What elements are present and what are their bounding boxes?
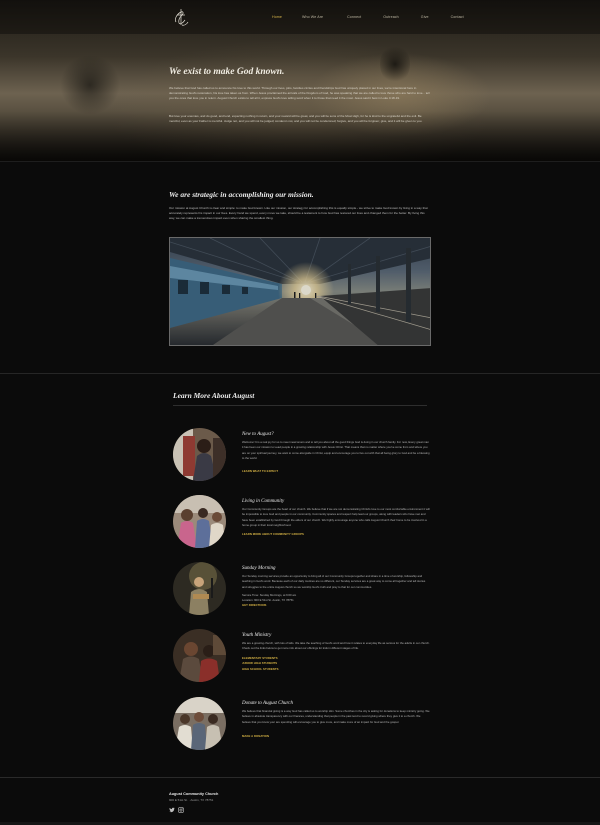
get-directions-link[interactable]: GET DIRECTIONS: [242, 603, 430, 609]
make-donation-link[interactable]: MAKE A DONATION: [242, 734, 430, 740]
hero-paragraph: But love your enemies, and do good, and …: [169, 114, 423, 124]
footer-social-links: [169, 807, 184, 813]
nav-connect[interactable]: Connect: [347, 15, 361, 19]
mission-title: We are strategic in accomplishing our mi…: [169, 190, 314, 199]
item-title: Donate to August Church: [242, 701, 293, 706]
hero-background-silhouette: [60, 55, 120, 115]
item-title: Sunday Morning: [242, 566, 276, 571]
mission-text: Our mission at August Church is clear an…: [169, 206, 428, 221]
item-title: New to August?: [242, 432, 274, 437]
footer-divider: [0, 777, 600, 778]
nav-give[interactable]: Give: [421, 15, 429, 19]
nav-outreach[interactable]: Outreach: [383, 15, 399, 19]
title-underline: [173, 405, 427, 406]
item-text: Our Sunday morning services provide an o…: [242, 574, 426, 589]
item-text: We are a growing church, with lots of ki…: [242, 641, 430, 651]
hero-paragraph: We believe that God has called us to ann…: [169, 86, 430, 101]
hero-title: We exist to make God known.: [169, 67, 285, 77]
footer-address: 900 E 51st St. · Austin, TX 78751: [169, 798, 214, 802]
twitter-icon[interactable]: [169, 807, 175, 813]
item-content: Living in Community Our Community Groups…: [242, 499, 430, 538]
high-school-students-link[interactable]: HIGH SCHOOL STUDENTS: [242, 667, 430, 673]
community-group-photo: [173, 495, 226, 548]
item-content: Donate to August Church We believe that …: [242, 701, 430, 739]
sunday-worship-photo: [173, 562, 226, 615]
learn-what-to-expect-link[interactable]: LEARN WHAT TO EXPECT: [242, 469, 430, 475]
section-divider: [0, 161, 600, 162]
item-content: Sunday Morning Our Sunday morning servic…: [242, 566, 430, 609]
nav-contact[interactable]: Contact: [451, 15, 464, 19]
site-header: Home Who We Are Connect Outreach Give Co…: [0, 0, 600, 34]
youth-ministry-photo: [173, 629, 226, 682]
item-text: We believe that financial giving is a wa…: [242, 709, 430, 724]
donation-photo: [173, 697, 226, 750]
section-divider: [0, 373, 600, 374]
newcomer-photo: [173, 428, 226, 481]
footer-church-name: August Community Church: [169, 792, 219, 796]
august-logo[interactable]: [170, 6, 192, 28]
item-text: Our Community Groups are the heart of ou…: [242, 507, 430, 527]
main-navigation: Home Who We Are Connect Outreach Give Co…: [272, 15, 464, 19]
item-title: Living in Community: [242, 499, 285, 504]
learn-more-title: Learn More About August: [173, 391, 255, 400]
hero-raised-hands: [380, 44, 410, 84]
item-text: Welcome! It is a real joy for us to meet…: [242, 440, 430, 460]
item-content: Youth Ministry We are a growing church, …: [242, 633, 430, 672]
train-platform-photo: [169, 237, 431, 346]
nav-who-we-are[interactable]: Who We Are: [302, 15, 323, 19]
instagram-icon[interactable]: [178, 807, 184, 813]
community-groups-link[interactable]: LEARN MORE ABOUT COMMUNITY GROUPS: [242, 532, 430, 538]
item-content: New to August? Welcome! It is a real joy…: [242, 432, 430, 475]
nav-home[interactable]: Home: [272, 15, 282, 19]
train-platform-illustration: [170, 238, 430, 345]
item-title: Youth Ministry: [242, 633, 272, 638]
